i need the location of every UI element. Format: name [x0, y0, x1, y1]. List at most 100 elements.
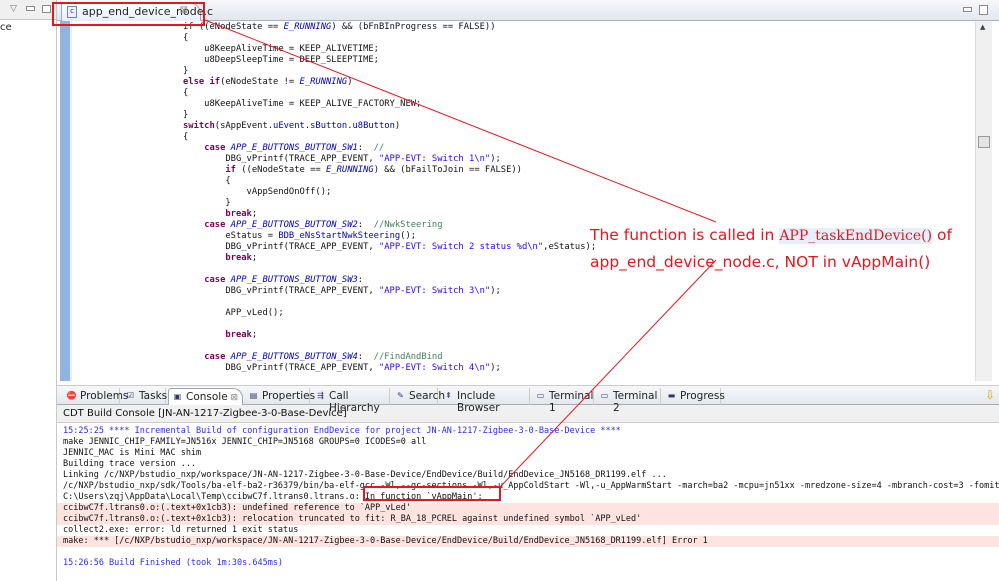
- terminal-icon: ▭: [600, 391, 609, 400]
- code-token: break: [225, 330, 252, 340]
- annotation-line1-post: of: [932, 226, 952, 244]
- code-line: {: [183, 176, 231, 187]
- code-token: APP_E_BUTTONS_BUTTON_SW2: [230, 220, 358, 230]
- minimize-icon[interactable]: [26, 6, 35, 11]
- code-line: DBG_vPrintf(TRACE_APP_EVENT, "APP-EVT: S…: [183, 286, 501, 297]
- code-token: "APP-EVT: Switch 3\n": [378, 286, 491, 296]
- code-line: else if(eNodeState != E_RUNNING): [183, 77, 353, 88]
- code-token: ) && (bFailToJoin == FALSE)): [373, 165, 522, 175]
- tab-label: Progress: [680, 390, 725, 402]
- code-token: {: [183, 33, 189, 43]
- code-line: }: [183, 66, 188, 77]
- code-token: ): [394, 121, 401, 131]
- code-token: "APP-EVT: Switch 2 status %d\n": [378, 242, 544, 252]
- code-token: }: [183, 198, 231, 208]
- properties-icon: ▤: [249, 391, 258, 400]
- code-token: {: [183, 176, 231, 186]
- console-line: JENNIC_MAC is Mini MAC shim: [63, 448, 202, 458]
- code-token: E_RUNNING: [283, 22, 332, 32]
- code-line: {: [183, 132, 188, 143]
- vertical-scrollbar[interactable]: ▲: [975, 21, 992, 381]
- code-token: ((eNodeState ==: [235, 165, 327, 175]
- code-line: u8KeepAliveTime = KEEP_ALIVETIME;: [183, 44, 379, 55]
- call-hierarchy-icon: ⇶: [317, 391, 324, 400]
- tab-tasks[interactable]: ☑ Tasks: [122, 388, 168, 405]
- code-token: u8DeepSleepTime = DEEP_SLEEPTIME;: [183, 55, 379, 65]
- console-line: ccibwC7f.ltrans0.o:(.text+0x1cb3): reloc…: [57, 514, 999, 525]
- code-token: ): [347, 77, 353, 87]
- pin-arrow-icon[interactable]: ⇩: [985, 388, 995, 402]
- code-token: ) && (bFnBInProgress == FALSE)): [331, 22, 496, 32]
- code-token: {: [183, 88, 189, 98]
- tab-terminal-2[interactable]: ▭ Terminal 2: [596, 388, 661, 414]
- console-icon: ▣: [173, 392, 182, 401]
- code-token: ;: [251, 330, 258, 340]
- tab-call-hierarchy[interactable]: ⇶ Call Hierarchy: [312, 388, 390, 414]
- tab-progress[interactable]: ▬ Progress: [663, 388, 725, 405]
- code-token: break: [225, 209, 252, 219]
- code-editor: c app_end_device_node.c ⊠ if ((eNodeStat…: [57, 0, 999, 383]
- code-token: APP_E_BUTTONS_BUTTON_SW3: [230, 275, 358, 285]
- code-token: DBG_vPrintf(TRACE_APP_EVENT,: [183, 154, 379, 164]
- console-line: make JENNIC_CHIP_FAMILY=JN516x JENNIC_CH…: [63, 437, 427, 447]
- code-line: break;: [183, 209, 257, 220]
- console-line: /c/NXP/bstudio_nxp/sdk/Tools/ba-elf-ba2-…: [63, 481, 999, 491]
- code-token: u8KeepAliveTime = KEEP_ALIVETIME;: [183, 44, 379, 54]
- code-token: //NwkSteering: [373, 220, 443, 230]
- tab-problems[interactable]: ⛔ Problems: [63, 388, 128, 405]
- code-token: sButton: [310, 121, 348, 131]
- code-token: {: [183, 132, 189, 142]
- code-token: else if: [183, 77, 221, 87]
- code-token: "APP-EVT: Switch 1\n": [378, 154, 491, 164]
- code-token: APP_E_BUTTONS_BUTTON_SW4: [230, 352, 358, 362]
- code-token: (sAppEvent.: [214, 121, 274, 131]
- code-line: APP_vLed();: [183, 308, 284, 319]
- terminal-icon: ▭: [536, 391, 545, 400]
- code-token: BDB_eNsStartNwkSteering: [278, 231, 401, 241]
- code-area[interactable]: if ((eNodeState == E_RUNNING) && (bFnBIn…: [57, 21, 975, 381]
- code-line: }: [183, 110, 188, 121]
- code-token: APP_vLed();: [183, 308, 284, 318]
- tree-item[interactable]: ce: [0, 22, 12, 33]
- code-token: DBG_vPrintf(TRACE_APP_EVENT,: [183, 286, 379, 296]
- close-icon[interactable]: ⊠: [228, 393, 239, 403]
- tab-console[interactable]: ▣ Console ⊠: [168, 388, 243, 405]
- code-token: "APP-EVT: Switch 4\n": [378, 363, 491, 373]
- console-title: CDT Build Console [JN-AN-1217-Zigbee-3-0…: [57, 405, 999, 423]
- tab-properties[interactable]: ▤ Properties: [245, 388, 315, 405]
- left-panel-header: ▽: [0, 0, 56, 20]
- code-line: break;: [183, 253, 257, 264]
- code-line: eStatus = BDB_eNsStartNwkSteering();: [183, 231, 416, 242]
- scroll-up-icon[interactable]: ▲: [980, 23, 985, 31]
- include-browser-icon: ⇞: [445, 391, 452, 400]
- minimize-icon[interactable]: [963, 7, 972, 12]
- console-line: 15:25:25 **** Incremental Build of confi…: [63, 426, 621, 436]
- code-token: );: [490, 286, 501, 296]
- maximize-icon[interactable]: [979, 5, 988, 15]
- tab-label: Include Browser: [457, 390, 500, 414]
- console-line: C:\Users\zqj\AppData\Local\Temp\ccibwC7f…: [63, 492, 483, 502]
- code-line: switch(sAppEvent.uEvent.sButton.u8Button…: [183, 121, 400, 132]
- code-token: ,eStatus);: [543, 242, 597, 252]
- code-line: case APP_E_BUTTONS_BUTTON_SW2: //NwkStee…: [183, 220, 443, 231]
- tab-terminal-1[interactable]: ▭ Terminal 1: [532, 388, 594, 414]
- tab-search[interactable]: ✎ Search: [392, 388, 445, 405]
- code-token: switch: [183, 121, 215, 131]
- annotation-line2: app_end_device_node.c, NOT in vAppMain(): [590, 253, 931, 271]
- code-line: DBG_vPrintf(TRACE_APP_EVENT, "APP-EVT: S…: [183, 154, 500, 165]
- tab-include-browser[interactable]: ⇞ Include Browser: [440, 388, 530, 414]
- console-panel: ⇩ ⛔ Problems ☑ Tasks ▣ Console ⊠ ▤ Properties ⇶ C…: [57, 385, 999, 581]
- annotation-function-name: APP_taskEndDevice(): [779, 228, 933, 244]
- scroll-thumb[interactable]: [978, 136, 990, 148]
- annotation-line1-pre: The function is called in: [590, 226, 780, 244]
- code-line: u8KeepAliveTime = KEEP_ALIVE_FACTORY_NEW…: [183, 99, 421, 110]
- tab-label: Console: [186, 391, 228, 403]
- view-menu-icon[interactable]: ▽: [10, 4, 17, 14]
- console-line: Building trace version ...: [63, 459, 197, 469]
- tab-label: Tasks: [139, 390, 168, 402]
- maximize-icon[interactable]: [42, 5, 51, 13]
